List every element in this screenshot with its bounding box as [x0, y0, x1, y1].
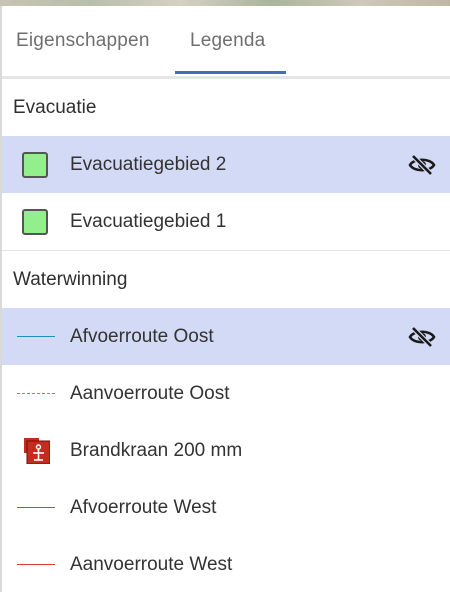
legend-item-afvoerroute-oost[interactable]: Afvoerroute Oost: [2, 308, 450, 365]
eye-off-icon[interactable]: [408, 325, 436, 349]
eye-off-icon[interactable]: [408, 153, 436, 177]
tab-eigenschappen[interactable]: Eigenschappen: [16, 30, 150, 52]
tab-legenda[interactable]: Legenda: [190, 30, 265, 52]
solid-line-symbol: [17, 564, 55, 565]
solid-line-symbol: [17, 507, 55, 508]
legend-item-label: Evacuatiegebied 2: [70, 153, 227, 175]
section-title-evacuatie: Evacuatie: [13, 97, 97, 118]
legend-item-label: Evacuatiegebied 1: [70, 210, 227, 232]
legend-item-label: Aanvoerroute West: [70, 553, 233, 575]
legend-item-aanvoerroute-oost[interactable]: Aanvoerroute Oost: [2, 365, 450, 422]
legend-item-label: Afvoerroute West: [70, 496, 217, 518]
legend-item-brandkraan-200mm[interactable]: Brandkraan 200 mm: [2, 422, 450, 479]
solid-line-symbol: [17, 336, 55, 337]
tab-bar: Eigenschappen Legenda: [2, 6, 450, 79]
legend-item-label: Aanvoerroute Oost: [70, 382, 230, 404]
dashed-line-symbol: [17, 393, 55, 394]
legend-item-afvoerroute-west[interactable]: Afvoerroute West: [2, 479, 450, 536]
hydrant-icon: [24, 437, 50, 464]
legend-item-label: Afvoerroute Oost: [70, 325, 214, 347]
legend-item-evacuatiegebied-2[interactable]: Evacuatiegebied 2: [2, 136, 450, 193]
legend-item-evacuatiegebied-1[interactable]: Evacuatiegebied 1: [2, 193, 450, 250]
green-area-swatch: [22, 151, 48, 178]
legend-item-aanvoerroute-west[interactable]: Aanvoerroute West: [2, 536, 450, 593]
active-tab-indicator: [175, 71, 286, 74]
legend-panel: Eigenschappen Legenda Evacuatie Evacuati…: [0, 6, 450, 592]
legend-item-label: Brandkraan 200 mm: [70, 439, 243, 461]
section-title-waterwinning: Waterwinning: [13, 269, 128, 290]
green-area-swatch: [22, 208, 48, 235]
